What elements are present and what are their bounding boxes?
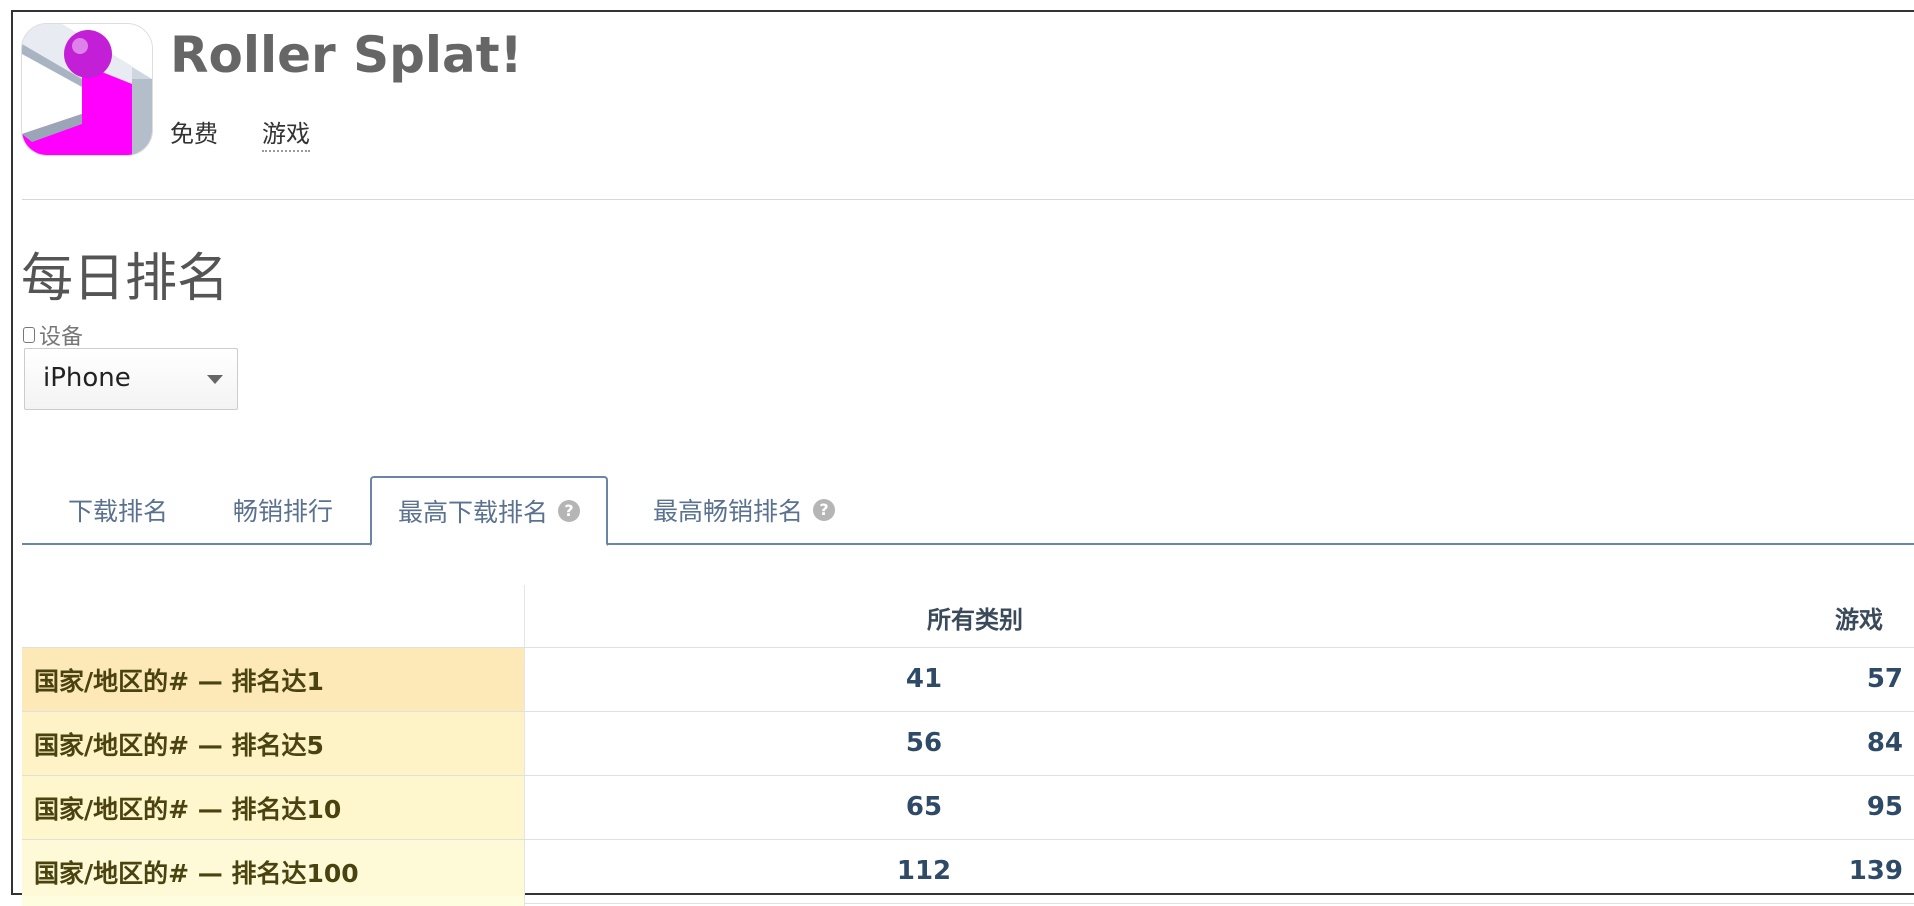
app-price: 免费 <box>170 120 218 148</box>
tab-label: 下载排名 <box>68 497 169 526</box>
row-label: 国家/地区的# — 排名达1 <box>22 648 524 711</box>
help-icon[interactable]: ? <box>558 500 581 522</box>
table-row-partial <box>22 896 524 906</box>
tab-label: 畅销排行 <box>233 497 334 526</box>
chevron-down-icon <box>207 375 223 384</box>
section-title: 每日排名 <box>21 249 230 309</box>
row-value-all-categories: 65 <box>905 792 943 822</box>
row-label: 国家/地区的# — 排名达5 <box>22 712 524 775</box>
tab-label: 最高畅销排名 <box>653 497 804 526</box>
roller-splat-app-icon <box>22 24 152 155</box>
table-row: 国家/地区的# — 排名达1 41 57 <box>22 648 1914 712</box>
tab-top-grossing[interactable]: 最高畅销排名 ? <box>653 476 836 544</box>
tab-label: 最高下载排名 <box>398 498 549 527</box>
device-select[interactable]: iPhone <box>24 348 238 410</box>
row-value-all-categories: 56 <box>905 728 943 758</box>
device-icon <box>23 327 35 343</box>
app-icon <box>21 23 153 156</box>
device-label: 设备 <box>23 319 83 351</box>
help-icon[interactable]: ? <box>813 499 836 521</box>
row-value-games: 57 <box>1866 664 1903 694</box>
column-header-games: 游戏 <box>1835 606 1883 634</box>
row-value-games: 139 <box>1848 856 1903 886</box>
app-title: Roller Splat! <box>170 26 523 84</box>
row-value-games: 84 <box>1866 728 1903 758</box>
table-row: 国家/地区的# — 排名达10 65 95 <box>22 776 1914 840</box>
row-label: 国家/地区的# — 排名达10 <box>22 776 524 839</box>
row-value-games: 95 <box>1866 792 1903 822</box>
row-label: 国家/地区的# — 排名达100 <box>22 840 524 903</box>
header-divider <box>22 199 1914 200</box>
device-label-text: 设备 <box>39 325 84 350</box>
tab-top-downloads[interactable]: 最高下载排名 ? <box>370 476 609 546</box>
tab-downloads[interactable]: 下载排名 <box>68 476 168 544</box>
table-row: 国家/地区的# — 排名达100 112 139 <box>22 840 1914 904</box>
column-header-all-categories: 所有类别 <box>927 606 1023 634</box>
row-value-all-categories: 41 <box>905 664 943 694</box>
device-select-value: iPhone <box>43 363 131 393</box>
row-value-all-categories: 112 <box>896 856 952 886</box>
tab-grossing[interactable]: 畅销排行 <box>233 476 333 544</box>
app-category-link[interactable]: 游戏 <box>262 114 310 152</box>
table-row: 国家/地区的# — 排名达5 56 84 <box>22 712 1914 776</box>
